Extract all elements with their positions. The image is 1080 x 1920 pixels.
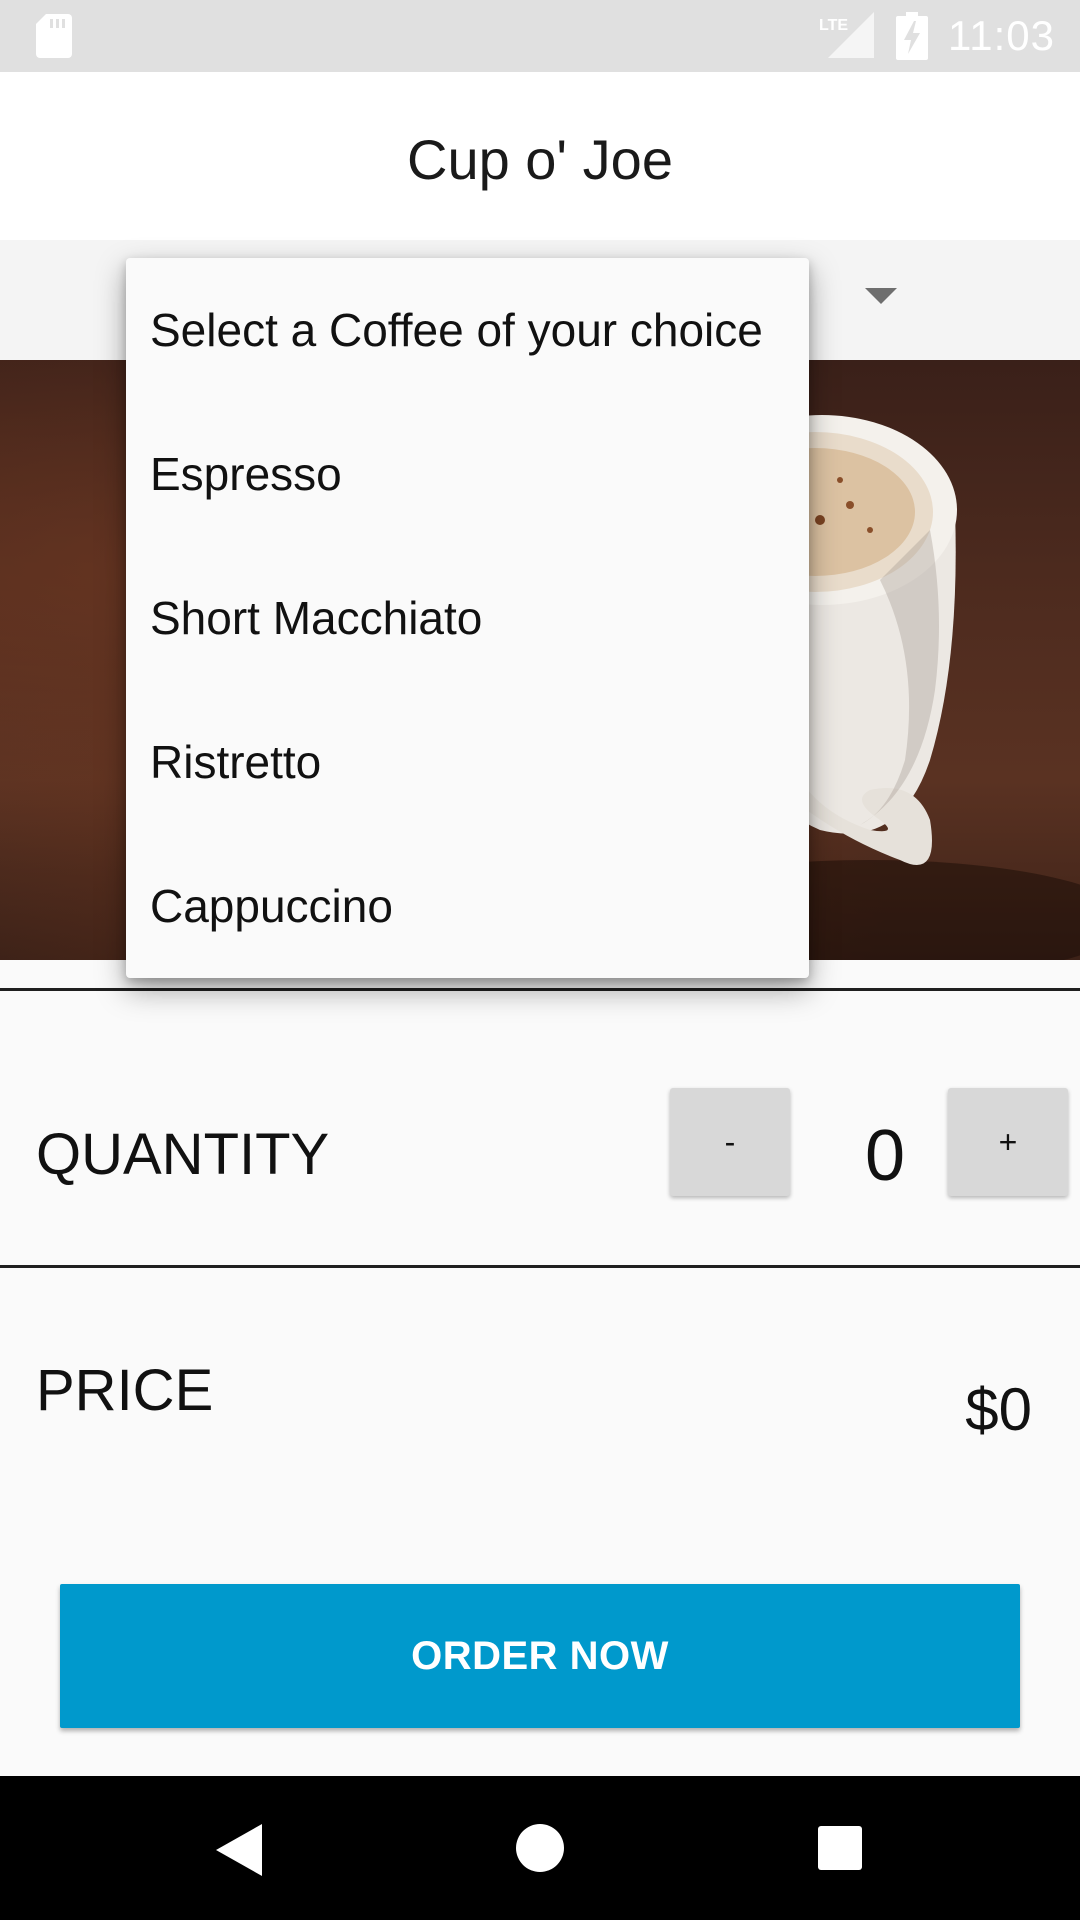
dropdown-item-espresso[interactable]: Espresso (126, 402, 809, 546)
coffee-dropdown-menu: Select a Coffee of your choice Espresso … (126, 258, 809, 978)
home-icon[interactable] (516, 1824, 564, 1872)
quantity-label: QUANTITY (36, 1122, 330, 1187)
lte-signal-icon: LTE (819, 12, 874, 58)
order-now-button[interactable]: ORDER NOW (60, 1584, 1020, 1728)
network-label: LTE (819, 17, 848, 34)
dropdown-item-placeholder[interactable]: Select a Coffee of your choice (126, 258, 809, 402)
dropdown-arrow-icon[interactable] (865, 288, 897, 304)
dropdown-item-short-macchiato[interactable]: Short Macchiato (126, 546, 809, 690)
dropdown-item-ristretto[interactable]: Ristretto (126, 690, 809, 834)
sd-card-icon (36, 14, 72, 58)
increment-button[interactable]: + (948, 1088, 1068, 1196)
quantity-value: 0 (864, 1116, 906, 1196)
app-bar: Cup o' Joe (0, 72, 1080, 240)
status-time: 11:03 (948, 12, 1055, 59)
back-icon[interactable] (216, 1824, 264, 1876)
divider-top (0, 988, 1080, 991)
dropdown-item-cappuccino[interactable]: Cappuccino (126, 834, 809, 978)
navigation-bar (0, 1776, 1080, 1920)
app-title: Cup o' Joe (407, 128, 673, 191)
divider-middle (0, 1265, 1080, 1268)
price-value: $0 (965, 1376, 1032, 1443)
screen: LTE 11:03 Cup o' Joe QUANTITY - 0 + PRIC… (0, 0, 1080, 1920)
recents-icon[interactable] (818, 1826, 862, 1870)
status-bar: LTE 11:03 (0, 0, 1080, 72)
price-label: PRICE (36, 1358, 214, 1423)
decrement-button[interactable]: - (670, 1088, 790, 1196)
battery-charging-icon (896, 12, 928, 60)
